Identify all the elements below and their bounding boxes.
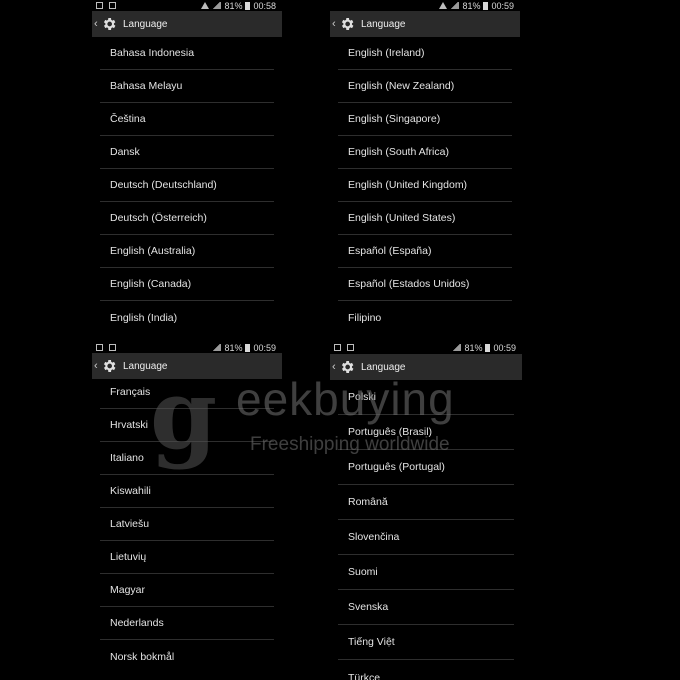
list-item[interactable]: English (United Kingdom): [338, 169, 512, 202]
list-item[interactable]: English (Singapore): [338, 103, 512, 136]
clock: 00:59: [491, 0, 514, 11]
clock: 00:59: [493, 342, 516, 353]
status-bar: 81% 00:58: [92, 0, 282, 11]
sd-card-icon: [109, 344, 116, 351]
battery-icon: [245, 1, 251, 10]
language-list: Français Hrvatski Italiano Kiswahili Lat…: [100, 376, 274, 673]
list-item[interactable]: Slovenčina: [338, 520, 514, 555]
list-item[interactable]: Português (Portugal): [338, 450, 514, 485]
action-bar[interactable]: ‹ Language: [92, 11, 282, 37]
list-item[interactable]: Filipino: [338, 301, 512, 334]
list-item[interactable]: English (South Africa): [338, 136, 512, 169]
list-item[interactable]: Latviešu: [100, 508, 274, 541]
list-item[interactable]: Magyar: [100, 574, 274, 607]
list-item[interactable]: Lietuvių: [100, 541, 274, 574]
page-title: Language: [361, 361, 406, 373]
list-item[interactable]: Italiano: [100, 442, 274, 475]
chevron-left-icon[interactable]: ‹: [94, 360, 100, 372]
page-title: Language: [123, 18, 168, 30]
list-item[interactable]: Deutsch (Österreich): [100, 202, 274, 235]
list-item[interactable]: Dansk: [100, 136, 274, 169]
list-item[interactable]: Svenska: [338, 590, 514, 625]
list-item[interactable]: English (Ireland): [338, 37, 512, 70]
chevron-left-icon[interactable]: ‹: [94, 18, 100, 30]
chevron-left-icon[interactable]: ‹: [332, 361, 338, 373]
status-bar: 81% 00:59: [330, 0, 520, 11]
screen-bottom-right: 81% 00:59 ‹ Language Polski Português (B…: [330, 342, 522, 680]
list-item[interactable]: English (New Zealand): [338, 70, 512, 103]
signal-icon: [212, 344, 222, 351]
status-bar: 81% 00:59: [92, 342, 282, 353]
image-notification-icon: [334, 344, 341, 351]
list-item[interactable]: English (United States): [338, 202, 512, 235]
gear-icon: [101, 16, 117, 32]
chevron-left-icon[interactable]: ‹: [332, 18, 338, 30]
sd-card-icon: [109, 2, 116, 9]
battery-percent: 81%: [464, 342, 483, 353]
list-item[interactable]: Hrvatski: [100, 409, 274, 442]
list-item[interactable]: Português (Brasil): [338, 415, 514, 450]
list-item[interactable]: Kiswahili: [100, 475, 274, 508]
clock: 00:58: [253, 0, 276, 11]
battery-icon: [485, 343, 491, 352]
language-list: Polski Português (Brasil) Português (Por…: [338, 380, 514, 680]
battery-percent: 81%: [462, 0, 481, 11]
list-item[interactable]: Nederlands: [100, 607, 274, 640]
gear-icon: [339, 16, 355, 32]
action-bar[interactable]: ‹ Language: [330, 354, 522, 380]
list-item[interactable]: Suomi: [338, 555, 514, 590]
battery-icon: [245, 343, 251, 352]
list-item[interactable]: Română: [338, 485, 514, 520]
list-item[interactable]: English (India): [100, 301, 274, 334]
battery-icon: [483, 1, 489, 10]
language-list: English (Ireland) English (New Zealand) …: [338, 37, 512, 334]
list-item[interactable]: Español (España): [338, 235, 512, 268]
list-item[interactable]: Español (Estados Unidos): [338, 268, 512, 301]
page-title: Language: [123, 360, 168, 372]
screen-bottom-left: 81% 00:59 ‹ Language Français Hrvatski I…: [92, 342, 282, 680]
list-item[interactable]: Français: [100, 376, 274, 409]
alert-icon: [201, 2, 210, 9]
image-notification-icon: [96, 2, 103, 9]
list-item[interactable]: Polski: [338, 380, 514, 415]
list-item[interactable]: English (Australia): [100, 235, 274, 268]
sd-card-icon: [347, 344, 354, 351]
gear-icon: [101, 358, 117, 374]
list-item[interactable]: English (Canada): [100, 268, 274, 301]
battery-percent: 81%: [224, 0, 243, 11]
list-item[interactable]: Bahasa Melayu: [100, 70, 274, 103]
screen-top-right: 81% 00:59 ‹ Language English (Ireland) E…: [330, 0, 520, 340]
alert-icon: [439, 2, 448, 9]
battery-percent: 81%: [224, 342, 243, 353]
list-item[interactable]: Tiếng Việt: [338, 625, 514, 660]
screen-top-left: 81% 00:58 ‹ Language Bahasa Indonesia Ba…: [92, 0, 282, 340]
image-notification-icon: [96, 344, 103, 351]
signal-icon: [212, 2, 222, 9]
page-title: Language: [361, 18, 406, 30]
action-bar[interactable]: ‹ Language: [330, 11, 520, 37]
signal-icon: [450, 2, 460, 9]
list-item[interactable]: Čeština: [100, 103, 274, 136]
language-list: Bahasa Indonesia Bahasa Melayu Čeština D…: [100, 37, 274, 334]
list-item[interactable]: Bahasa Indonesia: [100, 37, 274, 70]
clock: 00:59: [253, 342, 276, 353]
status-bar: 81% 00:59: [330, 342, 522, 353]
list-item[interactable]: Türkçe: [338, 660, 514, 680]
list-item[interactable]: Norsk bokmål: [100, 640, 274, 673]
signal-icon: [452, 344, 462, 351]
gear-icon: [339, 359, 355, 375]
list-item[interactable]: Deutsch (Deutschland): [100, 169, 274, 202]
